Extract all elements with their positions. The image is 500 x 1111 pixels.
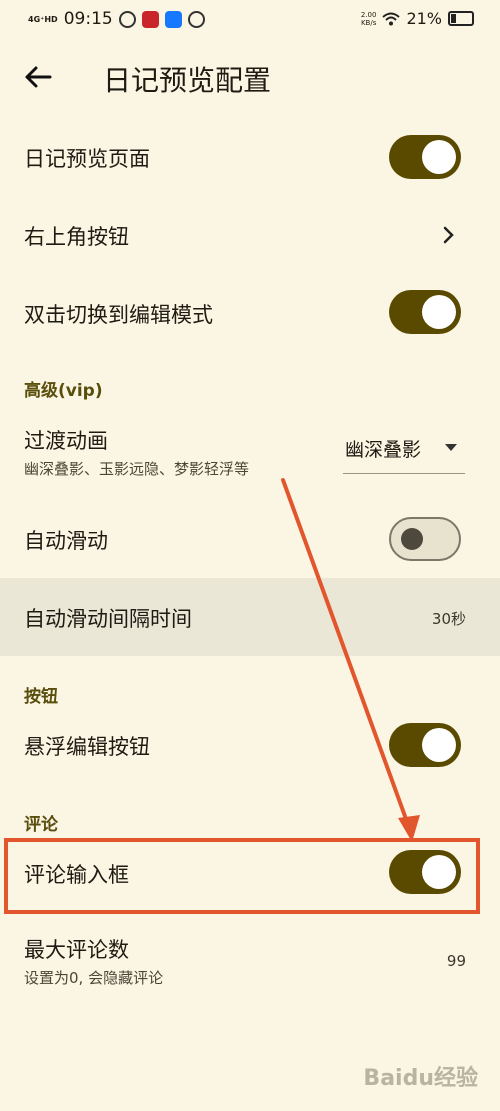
auto-scroll-toggle[interactable] <box>389 517 461 561</box>
setting-transition-animation[interactable]: 过渡动画 幽深叠影、玉影远隐、梦影轻浮等 幽深叠影 <box>0 415 500 499</box>
alipay-icon <box>164 10 182 28</box>
status-time: 09:15 <box>63 9 113 29</box>
setting-diary-preview-page[interactable]: 日记预览页面 <box>0 118 500 196</box>
setting-label: 右上角按钮 <box>24 225 129 249</box>
setting-subtitle: 设置为0, 会隐藏评论 <box>24 969 164 987</box>
status-bar: 4G⁺HD 09:15 2.00 KB/s 21% <box>0 0 500 40</box>
setting-label: 双击切换到编辑模式 <box>24 303 213 327</box>
double-tap-edit-toggle[interactable] <box>389 290 461 334</box>
transition-animation-dropdown[interactable]: 幽深叠影 <box>343 427 465 474</box>
toggle-knob <box>422 295 456 329</box>
network-speed: 2.00 KB/s <box>360 10 377 27</box>
setting-label: 自动滑动 <box>24 529 108 553</box>
setting-subtitle: 幽深叠影、玉影远隐、梦影轻浮等 <box>24 460 250 478</box>
page-title: 日记预览配置 <box>103 64 272 97</box>
back-arrow-icon[interactable] <box>22 61 54 93</box>
section-title-advanced: 高级(vip) <box>24 381 103 401</box>
toggle-knob <box>422 728 456 762</box>
dropdown-caret-icon <box>445 444 457 451</box>
dropdown-selected: 幽深叠影 <box>345 439 422 461</box>
chevron-right-icon <box>443 226 454 244</box>
setting-double-tap-edit[interactable]: 双击切换到编辑模式 <box>0 274 500 352</box>
wifi-icon <box>382 12 401 25</box>
setting-top-right-button[interactable]: 右上角按钮 <box>0 196 500 274</box>
setting-value: 30秒 <box>431 610 466 628</box>
setting-auto-scroll[interactable]: 自动滑动 <box>0 500 500 578</box>
setting-floating-edit-button[interactable]: 悬浮编辑按钮 <box>0 706 500 784</box>
setting-max-comments[interactable]: 最大评论数 设置为0, 会隐藏评论 99 <box>0 920 500 1004</box>
annotation-highlight-box <box>4 838 480 914</box>
floating-edit-toggle[interactable] <box>389 723 461 767</box>
battery-percent: 21% <box>406 9 442 28</box>
setting-value: 99 <box>446 952 466 970</box>
setting-auto-scroll-interval[interactable]: 自动滑动间隔时间 30秒 <box>0 578 500 656</box>
setting-label: 最大评论数 <box>24 938 129 962</box>
toggle-knob <box>401 528 423 550</box>
red-app-icon <box>141 10 159 28</box>
app-leaf-icon <box>187 10 205 28</box>
diary-preview-toggle[interactable] <box>389 135 461 179</box>
network-indicator: 4G⁺HD <box>28 14 58 24</box>
battery-icon <box>448 11 474 26</box>
setting-label: 自动滑动间隔时间 <box>24 607 192 631</box>
section-title-comments: 评论 <box>24 815 58 835</box>
toggle-knob <box>422 140 456 174</box>
setting-label: 过渡动画 <box>24 429 108 453</box>
baidu-watermark-logo: Baidu经验 <box>363 1066 478 1091</box>
section-title-buttons: 按钮 <box>24 687 58 707</box>
setting-label: 悬浮编辑按钮 <box>24 735 150 759</box>
app-header: 日记预览配置 <box>0 45 500 109</box>
setting-label: 日记预览页面 <box>24 147 150 171</box>
app-notification-icon <box>118 10 136 28</box>
